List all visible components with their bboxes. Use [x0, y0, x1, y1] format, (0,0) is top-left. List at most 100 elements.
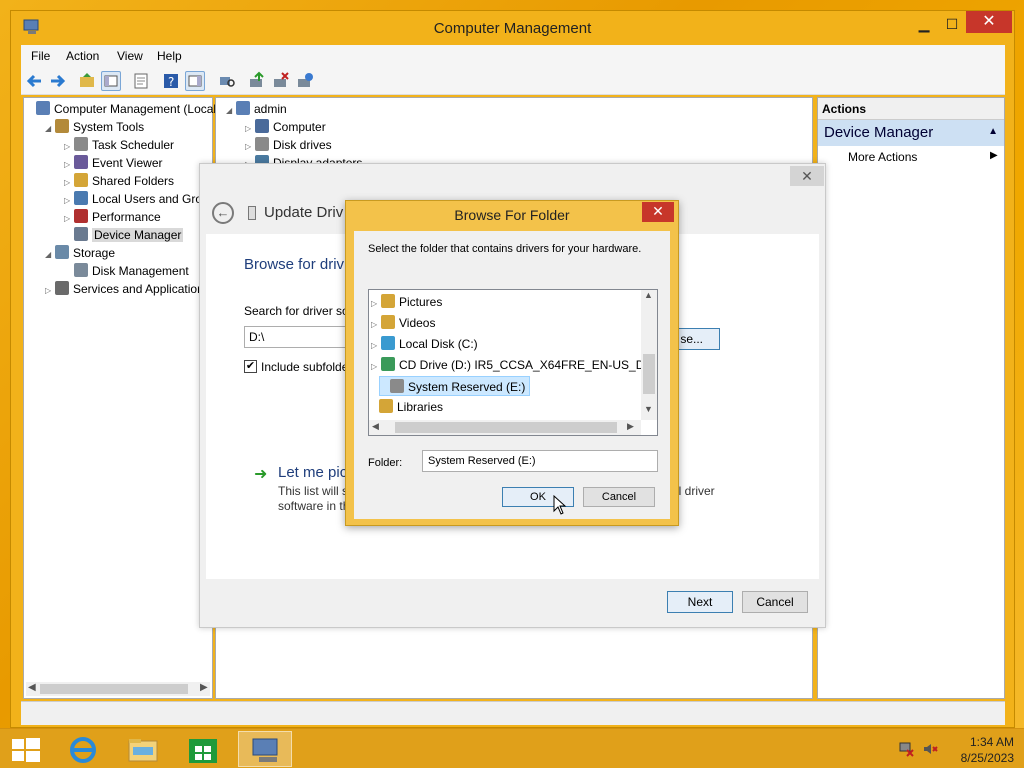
help-icon[interactable]: ? — [161, 71, 181, 91]
show-action-pane-icon[interactable] — [185, 71, 205, 91]
scrollbar-thumb[interactable] — [40, 684, 188, 694]
include-subfolders-checkbox[interactable]: ✔ — [244, 360, 257, 373]
cancel-button[interactable]: Cancel — [583, 487, 655, 507]
title-bar[interactable]: Computer Management ▁ ☐ ✕ — [11, 11, 1014, 45]
scroll-left-icon[interactable]: ◀ — [28, 682, 36, 693]
uninstall-device-icon[interactable] — [271, 71, 291, 91]
folder-tree-item[interactable]: Libraries — [369, 397, 443, 417]
folder-icon — [381, 294, 395, 308]
next-button[interactable]: Next — [667, 591, 733, 613]
tree-item[interactable]: ▷ Computer — [245, 118, 326, 136]
scroll-up-icon[interactable]: ▲ — [644, 290, 653, 300]
tree-item[interactable]: ▷ Event Viewer — [64, 154, 162, 172]
menu-file[interactable]: File — [31, 49, 50, 63]
folder-tree-item[interactable]: ▷ Local Disk (C:) — [371, 334, 478, 354]
tree-item-label: Task Scheduler — [92, 138, 175, 152]
tree-node-icon — [74, 227, 88, 241]
scroll-left-icon[interactable]: ◀ — [372, 421, 379, 432]
folder-input[interactable]: System Reserved (E:) — [422, 450, 658, 472]
tree-item[interactable]: ◢ System Tools — [45, 118, 144, 136]
up-folder-icon[interactable] — [77, 71, 97, 91]
horizontal-scrollbar[interactable]: ◀ ▶ — [369, 420, 641, 435]
tree-node-icon — [255, 119, 269, 133]
tree-item[interactable]: Device Manager — [64, 226, 184, 244]
scroll-down-icon[interactable]: ▼ — [644, 404, 653, 414]
dialog-close-button[interactable]: ✕ — [642, 202, 674, 222]
scroll-right-icon[interactable]: ▶ — [627, 421, 634, 432]
tree-node-icon — [55, 281, 69, 295]
horizontal-scrollbar[interactable]: ◀ ▶ — [26, 682, 210, 696]
folder-tree-item-label: Libraries — [397, 400, 444, 414]
menu-help[interactable]: Help — [157, 49, 182, 63]
scroll-right-icon[interactable]: ▶ — [200, 682, 208, 693]
browse-heading: Browse for driv — [244, 256, 345, 273]
folder-tree-item[interactable]: ▷ CD Drive (D:) IR5_CCSA_X64FRE_EN-US_DV9 — [371, 355, 641, 375]
folder-tree-item[interactable]: ▷ Pictures — [371, 292, 442, 312]
expand-arrow-icon[interactable]: ◢ — [45, 246, 55, 264]
more-actions-item[interactable]: More Actions — [848, 150, 917, 164]
actions-device-manager-section[interactable]: Device Manager ▲ — [818, 120, 1004, 146]
wizard-close-button[interactable]: ✕ — [790, 166, 824, 186]
close-button[interactable]: ✕ — [966, 11, 1012, 33]
folder-icon — [379, 399, 393, 413]
folder-tree-item[interactable]: System Reserved (E:) — [379, 376, 531, 396]
window-title: Computer Management — [433, 20, 592, 37]
expand-arrow-icon[interactable]: ▷ — [371, 357, 381, 377]
windows-logo-icon — [12, 738, 40, 762]
collapse-up-icon[interactable]: ▲ — [988, 126, 998, 137]
expand-arrow-icon[interactable]: ◢ — [45, 120, 55, 138]
tree-item[interactable]: ▷ Task Scheduler — [64, 136, 174, 154]
tree-item[interactable]: Computer Management (Local — [26, 100, 216, 118]
tree-item[interactable]: ◢ Storage — [45, 244, 115, 262]
expand-arrow-icon[interactable]: ▷ — [371, 336, 381, 356]
store-icon[interactable] — [176, 731, 230, 767]
enable-device-icon[interactable] — [295, 71, 315, 91]
scan-hardware-icon[interactable] — [217, 71, 237, 91]
maximize-button[interactable]: ☐ — [937, 13, 967, 35]
tree-node-icon — [55, 119, 69, 133]
scrollbar-thumb[interactable] — [643, 354, 655, 394]
clock-date[interactable]: 8/25/2023 — [948, 751, 1014, 765]
expand-arrow-icon[interactable]: ▷ — [45, 282, 55, 300]
expand-arrow-icon[interactable]: ◢ — [226, 102, 236, 120]
let-me-pick-link[interactable]: Let me pic — [278, 464, 347, 481]
folder-tree-list: ▷ Pictures ▷ Videos ▷ Local Disk (C:) ▷ CD Driv… — [369, 290, 641, 420]
properties-icon[interactable] — [131, 71, 151, 91]
menu-action[interactable]: Action — [66, 49, 99, 63]
folder-icon — [381, 336, 395, 350]
show-hide-tree-icon[interactable] — [101, 71, 121, 91]
console-tree-pane[interactable]: Computer Management (Local ◢ System Tools ▷… — [23, 97, 216, 699]
update-driver-icon[interactable] — [247, 71, 267, 91]
tree-item[interactable]: ▷ Shared Folders — [64, 172, 174, 190]
back-arrow-icon[interactable] — [25, 71, 45, 91]
minimize-button[interactable]: ▁ — [909, 13, 939, 35]
tree-item[interactable]: Disk Management — [64, 262, 189, 280]
expand-arrow-icon[interactable]: ▷ — [371, 315, 381, 335]
expand-arrow-icon[interactable]: ▷ — [371, 294, 381, 314]
volume-muted-icon[interactable] — [922, 741, 938, 760]
clock-time[interactable]: 1:34 AM — [948, 735, 1014, 749]
vertical-scrollbar[interactable]: ▲ ▼ — [641, 290, 657, 420]
tree-item[interactable]: ▷ Performance — [64, 208, 161, 226]
tree-item[interactable]: ▷ Disk drives — [245, 136, 332, 154]
scrollbar-thumb[interactable] — [395, 422, 617, 433]
back-arrow-icon[interactable]: ← — [212, 202, 234, 224]
folder-tree-item[interactable]: ▷ Videos — [371, 313, 435, 333]
start-button[interactable] — [0, 731, 54, 767]
wizard-cancel-button[interactable]: Cancel — [742, 591, 808, 613]
computer-management-taskbar-button[interactable] — [238, 731, 292, 767]
svg-text:?: ? — [168, 75, 174, 89]
pick-description-right: ll driver — [676, 484, 715, 498]
tree-item[interactable]: ▷ Services and Applications — [45, 280, 210, 298]
menu-view[interactable]: View — [117, 49, 143, 63]
forward-arrow-icon[interactable] — [47, 71, 67, 91]
network-icon[interactable] — [898, 741, 914, 760]
tree-item[interactable]: ▷ Local Users and Group — [64, 190, 215, 208]
internet-explorer-icon[interactable] — [56, 731, 110, 767]
include-subfolders-label: Include subfolde — [261, 360, 349, 374]
tree-item[interactable]: ◢ admin — [226, 100, 287, 118]
tree-node-icon — [36, 101, 50, 115]
folder-tree[interactable]: ▷ Pictures ▷ Videos ▷ Local Disk (C:) ▷ CD Driv… — [368, 289, 658, 436]
tree-item-label: Local Users and Group — [92, 192, 216, 206]
file-explorer-icon[interactable] — [116, 731, 170, 767]
